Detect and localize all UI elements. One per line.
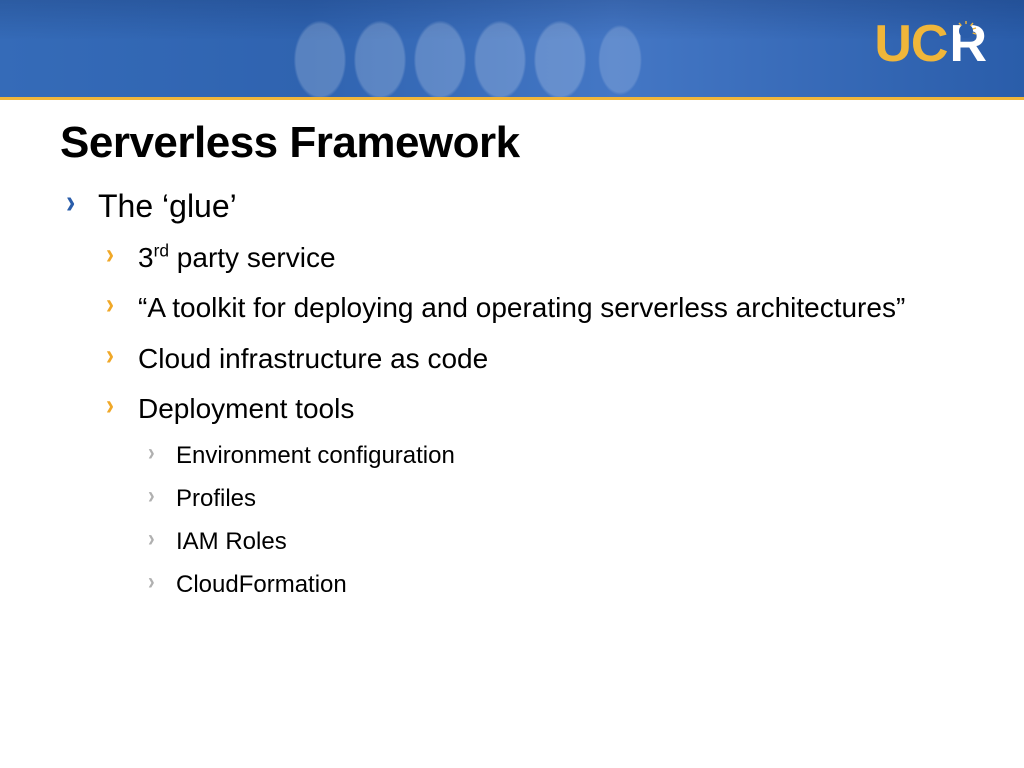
list-item-text: Profiles	[176, 485, 256, 512]
list-item-text: Cloud infrastructure as code	[138, 343, 488, 374]
bullet-list-level3: Environment configuration Profiles IAM R…	[138, 440, 966, 601]
slide-title: Serverless Framework	[60, 118, 966, 168]
bullet-list-level2: 3rd party service “A toolkit for deployi…	[98, 240, 966, 600]
list-item: Profiles	[140, 483, 966, 514]
list-item: Deployment tools Environment configurati…	[100, 391, 966, 600]
list-item-text: The ‘glue’	[98, 188, 237, 224]
list-item-text: Environment configuration	[176, 442, 455, 469]
header-banner: UC R	[0, 0, 1024, 100]
list-item: Cloud infrastructure as code	[100, 341, 966, 377]
list-item: IAM Roles	[140, 526, 966, 557]
bullet-list-level1: The ‘glue’ 3rd party service “A toolkit …	[60, 186, 966, 600]
list-item-text: “A toolkit for deploying and operating s…	[138, 292, 905, 323]
list-item-text: 3rd party service	[138, 242, 336, 273]
list-item: Environment configuration	[140, 440, 966, 471]
list-item-text: Deployment tools	[138, 393, 354, 424]
ucr-logo: UC R	[874, 18, 986, 70]
logo-uc: UC	[874, 18, 947, 70]
list-item: 3rd party service	[100, 240, 966, 276]
logo-r: R	[949, 18, 986, 70]
list-item: The ‘glue’ 3rd party service “A toolkit …	[60, 186, 966, 600]
list-item-text: CloudFormation	[176, 571, 347, 598]
list-item: CloudFormation	[140, 569, 966, 600]
content-area: Serverless Framework The ‘glue’ 3rd part…	[0, 100, 1024, 600]
list-item: “A toolkit for deploying and operating s…	[100, 290, 966, 326]
list-item-text: IAM Roles	[176, 528, 287, 555]
